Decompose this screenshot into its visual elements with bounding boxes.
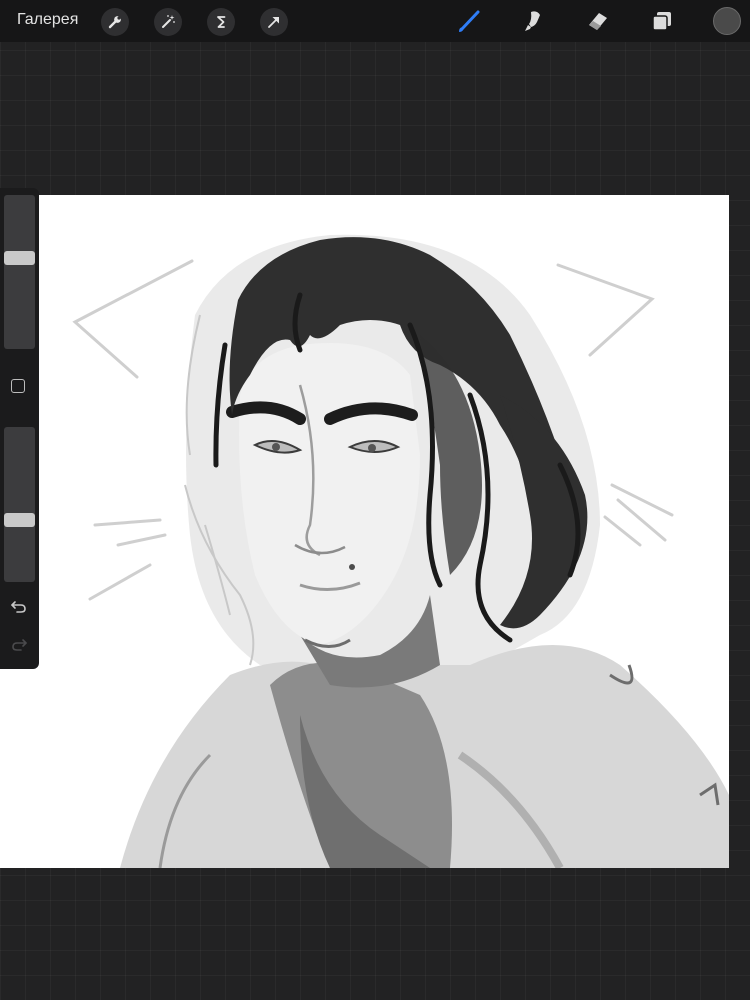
drawing-canvas[interactable] xyxy=(0,195,729,868)
gallery-button[interactable]: Галерея xyxy=(17,11,78,29)
brush-icon xyxy=(456,8,482,34)
smudge-icon xyxy=(520,8,546,34)
sketch-artwork xyxy=(72,234,729,868)
opacity-slider[interactable] xyxy=(4,427,35,582)
smudge-tool[interactable] xyxy=(518,6,548,36)
actions-button[interactable] xyxy=(101,8,129,36)
wrench-icon xyxy=(107,14,123,30)
modify-button[interactable] xyxy=(11,379,25,393)
opacity-thumb[interactable] xyxy=(4,513,35,527)
eraser-icon xyxy=(585,8,611,34)
top-toolbar: Галерея xyxy=(0,0,750,42)
brush-size-thumb[interactable] xyxy=(4,251,35,265)
layers-button[interactable] xyxy=(647,6,677,36)
transform-arrow-icon xyxy=(266,14,282,30)
selection-s-icon xyxy=(213,14,229,30)
undo-button[interactable] xyxy=(10,600,28,614)
brush-size-slider[interactable] xyxy=(4,195,35,349)
redo-button[interactable] xyxy=(10,638,28,652)
layers-icon xyxy=(650,9,674,33)
selection-button[interactable] xyxy=(207,8,235,36)
brush-tool[interactable] xyxy=(454,6,484,36)
transform-button[interactable] xyxy=(260,8,288,36)
magic-wand-icon xyxy=(160,14,176,30)
redo-icon xyxy=(10,639,28,656)
eraser-tool[interactable] xyxy=(583,6,613,36)
left-sidebar xyxy=(0,188,39,669)
undo-icon xyxy=(10,601,28,618)
adjustments-button[interactable] xyxy=(154,8,182,36)
color-picker-button[interactable] xyxy=(713,7,741,35)
